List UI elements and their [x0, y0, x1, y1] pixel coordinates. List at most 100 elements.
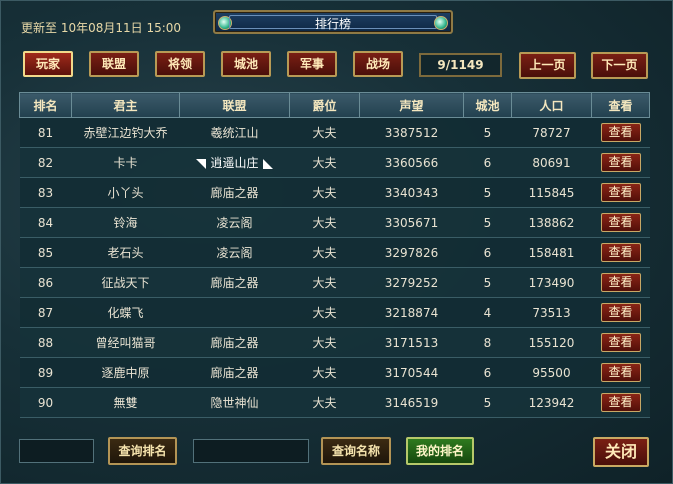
prestige-cell: 3146519 [359, 387, 464, 418]
column-header-prestige: 声望 [359, 92, 464, 118]
search-rank-button[interactable]: 查询排名 [108, 437, 177, 465]
tab-player[interactable]: 玩家 [23, 51, 73, 77]
tab-battlefield[interactable]: 战场 [353, 51, 403, 77]
title-plate: 排行榜 [213, 10, 453, 34]
population-cell: 95500 [511, 357, 592, 388]
view-button[interactable]: 查看 [600, 243, 641, 262]
lord-cell: 铃海 [71, 207, 180, 238]
prestige-cell: 3340343 [359, 177, 464, 208]
tab-general[interactable]: 将领 [155, 51, 205, 77]
cities-cell: 5 [463, 207, 512, 238]
column-header-population: 人口 [511, 92, 592, 118]
table-row: 81 赤壁江边钓大乔 羲统江山 大夫 3387512 5 78727 查看 [19, 117, 650, 148]
view-cell: 查看 [591, 237, 650, 268]
population-cell: 80691 [511, 147, 592, 178]
update-label: 更新至 [21, 21, 58, 35]
title-cell: 大夫 [289, 117, 360, 148]
table-row: 90 無雙 隐世神仙 大夫 3146519 5 123942 查看 [19, 387, 650, 418]
lord-cell: 征战天下 [71, 267, 180, 298]
table-row: 86 征战天下 廊庙之器 大夫 3279252 5 173490 查看 [19, 267, 650, 298]
view-cell: 查看 [591, 387, 650, 418]
tab-city[interactable]: 城池 [221, 51, 271, 77]
view-button[interactable]: 查看 [600, 393, 641, 412]
alliance-cell: 凌云阁 [179, 207, 290, 238]
view-cell: 查看 [591, 357, 650, 388]
lord-cell: 老石头 [71, 237, 180, 268]
column-header-rank: 排名 [19, 92, 72, 118]
table-row: 87 化蝶飞 大夫 3218874 4 73513 查看 [19, 297, 650, 328]
cities-cell: 6 [463, 237, 512, 268]
prestige-cell: 3360566 [359, 147, 464, 178]
view-cell: 查看 [591, 147, 650, 178]
table-row: 88 曾经叫猫哥 廊庙之器 大夫 3171513 8 155120 查看 [19, 327, 650, 358]
population-cell: 138862 [511, 207, 592, 238]
update-timestamp: 10年08月11日 15:00 [60, 21, 182, 35]
population-cell: 115845 [511, 177, 592, 208]
next-page-button[interactable]: 下一页 [591, 52, 648, 79]
rank-cell: 82 [19, 147, 72, 178]
update-time: 更新至 10年08月11日 15:00 [21, 19, 181, 36]
rank-cell: 84 [19, 207, 72, 238]
cities-cell: 4 [463, 297, 512, 328]
lord-cell: 曾经叫猫哥 [71, 327, 180, 358]
gem-icon [434, 16, 448, 30]
cities-cell: 5 [463, 177, 512, 208]
title-cell: 大夫 [289, 147, 360, 178]
title-cell: 大夫 [289, 207, 360, 238]
prestige-cell: 3170544 [359, 357, 464, 388]
rank-cell: 89 [19, 357, 72, 388]
cities-cell: 6 [463, 147, 512, 178]
column-header-alliance: 联盟 [179, 92, 290, 118]
population-cell: 73513 [511, 297, 592, 328]
cities-cell: 5 [463, 387, 512, 418]
table-row: 83 小丫头 廊庙之器 大夫 3340343 5 115845 查看 [19, 177, 650, 208]
column-header-title: 爵位 [289, 92, 360, 118]
lord-cell: 小丫头 [71, 177, 180, 208]
rank-cell: 81 [19, 117, 72, 148]
table-row: 82 卡卡 逍遥山庄 大夫 3360566 6 80691 查看 [19, 147, 650, 178]
page-title: 排行榜 [314, 17, 351, 31]
tab-military[interactable]: 军事 [287, 51, 337, 77]
prev-page-button[interactable]: 上一页 [519, 52, 576, 79]
alliance-cell: 廊庙之器 [179, 357, 290, 388]
rank-cell: 90 [19, 387, 72, 418]
population-cell: 173490 [511, 267, 592, 298]
rank-cell: 86 [19, 267, 72, 298]
view-button[interactable]: 查看 [600, 303, 641, 322]
flag-right-icon [262, 158, 273, 169]
tab-alliance[interactable]: 联盟 [89, 51, 139, 77]
title-cell: 大夫 [289, 267, 360, 298]
lord-cell: 逐鹿中原 [71, 357, 180, 388]
search-name-button[interactable]: 查询名称 [321, 437, 391, 465]
search-name-input[interactable] [193, 439, 309, 463]
view-cell: 查看 [591, 177, 650, 208]
close-button[interactable]: 关闭 [593, 437, 649, 467]
view-button[interactable]: 查看 [600, 183, 641, 202]
cities-cell: 5 [463, 117, 512, 148]
ranking-window: 更新至 10年08月11日 15:00 排行榜 玩家 联盟 将领 城池 军事 战… [0, 0, 673, 484]
column-header-view: 查看 [591, 92, 650, 118]
search-rank-input[interactable] [19, 439, 94, 463]
view-button[interactable]: 查看 [600, 333, 641, 352]
view-button[interactable]: 查看 [600, 123, 641, 142]
cities-cell: 6 [463, 357, 512, 388]
cities-cell: 8 [463, 327, 512, 358]
view-cell: 查看 [591, 327, 650, 358]
title-cell: 大夫 [289, 387, 360, 418]
view-cell: 查看 [591, 297, 650, 328]
population-cell: 123942 [511, 387, 592, 418]
alliance-cell [179, 297, 290, 328]
prestige-cell: 3218874 [359, 297, 464, 328]
view-cell: 查看 [591, 267, 650, 298]
title-cell: 大夫 [289, 327, 360, 358]
title-cell: 大夫 [289, 237, 360, 268]
view-button[interactable]: 查看 [600, 273, 641, 292]
lord-cell: 無雙 [71, 387, 180, 418]
view-button[interactable]: 查看 [600, 363, 641, 382]
view-button[interactable]: 查看 [600, 153, 641, 172]
my-rank-button[interactable]: 我的排名 [406, 437, 474, 465]
view-button[interactable]: 查看 [600, 213, 641, 232]
rank-cell: 88 [19, 327, 72, 358]
lord-cell: 卡卡 [71, 147, 180, 178]
prestige-cell: 3387512 [359, 117, 464, 148]
